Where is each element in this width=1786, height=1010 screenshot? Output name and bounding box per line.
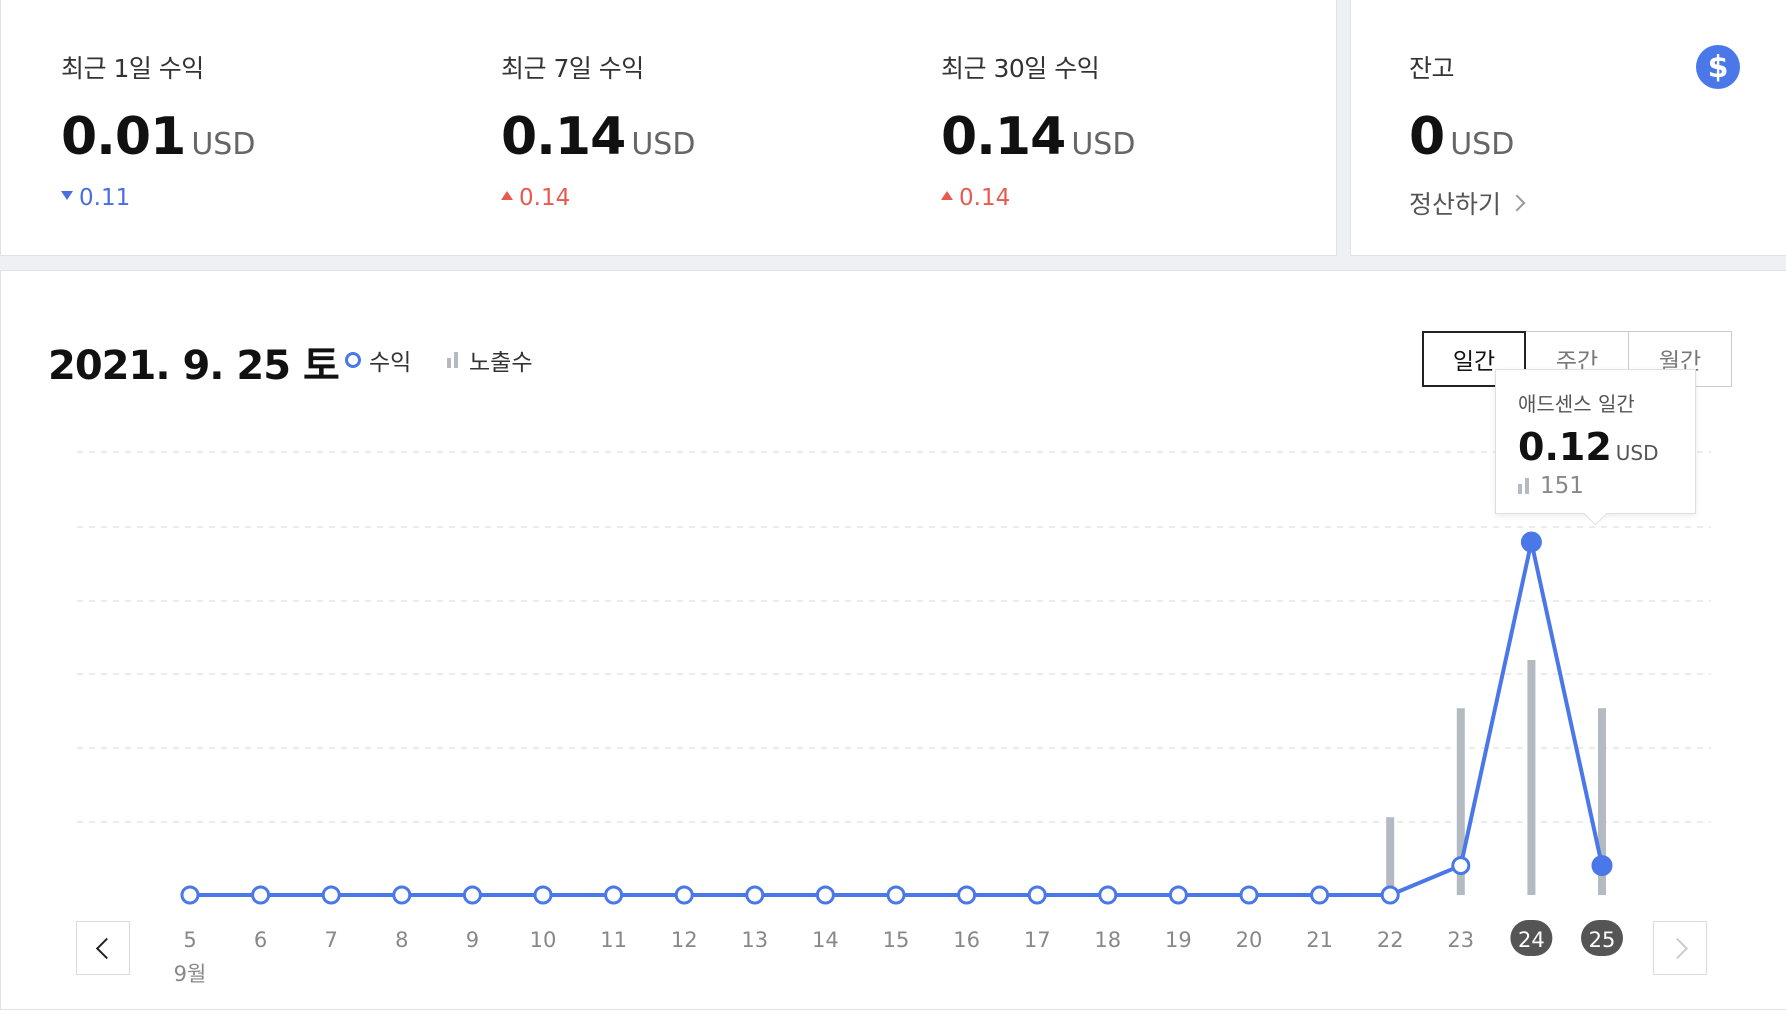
stat-label: 최근 1일 수익 (61, 54, 204, 83)
x-tick-label: 19 (1165, 928, 1192, 952)
revenue-point (1310, 885, 1330, 905)
daily-chart-card: 5 6 7 8 9 10 11 12 13 14 15 16 17 18 19 20 21 22 23 24 25 9월 … (0, 270, 1786, 1010)
tooltip-title: 애드센스 일간 (1518, 392, 1635, 416)
stat-delta-value: 0.11 (79, 185, 131, 211)
chevron-right-icon (1508, 194, 1526, 212)
x-tick-label: 9 (466, 928, 479, 952)
revenue-point (886, 885, 906, 905)
x-tick-label: 15 (883, 928, 910, 952)
revenue-point (1591, 855, 1613, 877)
stat-delta: 0.14 (501, 185, 695, 211)
revenue-point (815, 885, 835, 905)
x-tick-label: 8 (395, 928, 408, 952)
revenue-point (1451, 856, 1471, 876)
x-tick-label: 25 (1589, 928, 1616, 952)
x-tick-label: 5 (183, 928, 196, 952)
revenue-point (745, 885, 765, 905)
stat-value: 0.01 (61, 107, 186, 167)
tooltip-value: 0.12 (1518, 425, 1612, 469)
balance-card: 잔고 0 USD 정산하기 $ (1350, 0, 1786, 256)
revenue-point (251, 885, 271, 905)
x-tick-label: 17 (1024, 928, 1051, 952)
stat-1-day: 최근 1일 수익 0.01 USD 0.11 (61, 49, 255, 211)
revenue-point (1168, 885, 1188, 905)
revenue-point (1520, 531, 1542, 553)
x-tick-label: 7 (325, 928, 338, 952)
chart-tooltip: 애드센스 일간 0.12 USD 151 (1495, 369, 1696, 514)
stat-delta-value: 0.14 (519, 185, 571, 211)
revenue-point (674, 885, 694, 905)
balance-label: 잔고 (1409, 54, 1455, 83)
settle-label: 정산하기 (1409, 190, 1502, 219)
month-label: 9월 (174, 962, 207, 986)
impression-bar (1527, 660, 1536, 895)
x-tick-label: 11 (600, 928, 627, 952)
stat-label: 최근 30일 수익 (941, 54, 1100, 83)
revenue-point (533, 885, 553, 905)
stat-unit: USD (1071, 127, 1136, 162)
revenue-point (392, 885, 412, 905)
x-tick-label: 24 (1518, 928, 1545, 952)
x-tick-label: 16 (953, 928, 980, 952)
settle-link[interactable]: 정산하기 (1409, 185, 1526, 221)
stat-unit: USD (631, 127, 696, 162)
bar-marker-icon (447, 352, 461, 368)
revenue-point (1098, 885, 1118, 905)
x-tick-label: 12 (671, 928, 698, 952)
tooltip-impressions: 151 (1518, 473, 1695, 499)
dollar-icon: $ (1696, 45, 1740, 89)
revenue-point (604, 885, 624, 905)
x-tick-label: 10 (530, 928, 557, 952)
x-tick-label: 23 (1447, 928, 1474, 952)
revenue-point (957, 885, 977, 905)
circle-marker-icon (345, 352, 361, 368)
x-tick-label: 14 (812, 928, 839, 952)
stat-unit: USD (191, 127, 256, 162)
tooltip-impressions-value: 151 (1540, 473, 1584, 499)
legend-impressions: 노출수 (447, 343, 532, 377)
revenue-point (321, 885, 341, 905)
next-button[interactable] (1653, 921, 1707, 975)
stat-delta: 0.14 (941, 185, 1135, 211)
stat-delta-value: 0.14 (959, 185, 1011, 211)
x-tick-label: 22 (1377, 928, 1404, 952)
legend-impressions-label: 노출수 (469, 350, 533, 376)
arrow-down-icon (61, 191, 73, 200)
arrow-up-icon (501, 191, 513, 200)
revenue-point (1380, 885, 1400, 905)
balance-unit: USD (1450, 127, 1515, 162)
bar-marker-icon (1518, 478, 1532, 494)
chart-date-title: 2021. 9. 25 토 (48, 343, 340, 389)
revenue-point (1027, 885, 1047, 905)
x-tick-label: 13 (741, 928, 768, 952)
prev-button[interactable] (76, 921, 130, 975)
chevron-left-icon (95, 937, 117, 959)
stat-value: 0.14 (501, 107, 626, 167)
x-tick-label: 20 (1236, 928, 1263, 952)
legend-revenue-label: 수익 (369, 350, 412, 376)
legend-revenue: 수익 (345, 343, 411, 377)
revenue-point (1239, 885, 1259, 905)
stat-value: 0.14 (941, 107, 1066, 167)
tooltip-unit: USD (1615, 441, 1659, 465)
x-tick-label: 21 (1306, 928, 1333, 952)
x-tick-label: 18 (1094, 928, 1121, 952)
stat-30-days: 최근 30일 수익 0.14 USD 0.14 (941, 49, 1135, 211)
stat-label: 최근 7일 수익 (501, 54, 644, 83)
revenue-point (462, 885, 482, 905)
stat-7-days: 최근 7일 수익 0.14 USD 0.14 (501, 49, 695, 211)
impression-bar (1386, 817, 1395, 895)
earnings-summary-card: 최근 1일 수익 0.01 USD 0.11 최근 7일 수익 0.14 USD 0… (0, 0, 1337, 256)
balance-value: 0 (1409, 107, 1445, 167)
x-tick-label: 6 (254, 928, 267, 952)
chevron-right-icon (1666, 937, 1688, 959)
stat-delta: 0.11 (61, 185, 255, 211)
revenue-point (180, 885, 200, 905)
arrow-up-icon (941, 191, 953, 200)
